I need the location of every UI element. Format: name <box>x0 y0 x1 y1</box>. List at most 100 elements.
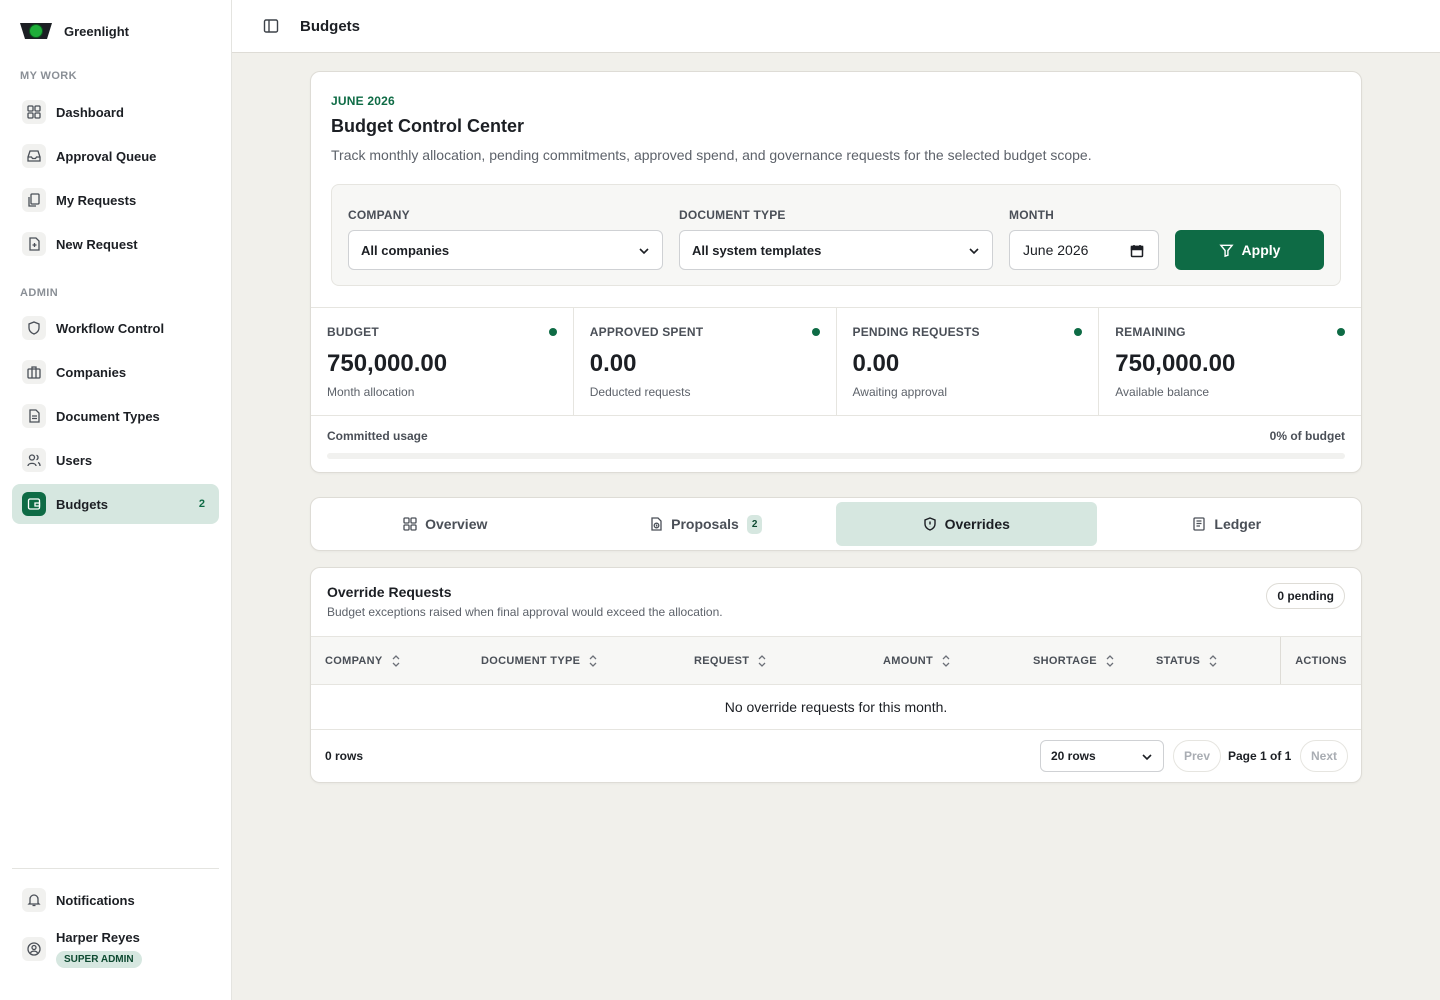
traffic-light-logo-icon <box>20 20 52 42</box>
stat-subtext: Month allocation <box>327 385 415 399</box>
user-info: Harper Reyes SUPER ADMIN <box>56 930 142 968</box>
next-page-button[interactable]: Next <box>1300 740 1349 772</box>
sidebar-item-workflow-control[interactable]: Workflow Control <box>12 308 219 348</box>
sidebar-item-notifications[interactable]: Notifications <box>12 880 219 920</box>
tab-label: Ledger <box>1214 516 1262 532</box>
users-icon <box>22 448 46 472</box>
status-dot <box>548 328 557 336</box>
stat-label: REMAINING <box>1115 325 1186 339</box>
stat-label: APPROVED SPENT <box>589 325 704 339</box>
company-filter-label: COMPANY <box>348 208 410 222</box>
sidebar-item-my-requests[interactable]: My Requests <box>12 180 219 220</box>
apply-button-label: Apply <box>1241 242 1281 258</box>
tab-overrides[interactable]: Overrides <box>836 502 1097 546</box>
document-icon <box>22 404 46 428</box>
column-header-request[interactable]: REQUEST <box>694 637 767 684</box>
stat-subtext: Available balance <box>1115 385 1210 399</box>
sidebar: Greenlight MY WORK Dashboard Approval Qu… <box>0 0 232 1000</box>
briefcase-icon <box>22 360 46 384</box>
column-header-label: COMPANY <box>325 654 383 667</box>
column-header-shortage[interactable]: SHORTAGE <box>1033 637 1115 684</box>
stat-approved-spent: APPROVED SPENT 0.00 Deducted requests <box>574 308 837 415</box>
sidebar-item-new-request[interactable]: New Request <box>12 224 219 264</box>
sidebar-item-label: My Requests <box>56 192 137 208</box>
month-filter-label: MONTH <box>1009 208 1054 222</box>
section-label-admin: ADMIN <box>20 287 59 299</box>
sidebar-item-label: Document Types <box>56 408 160 424</box>
override-requests-card: Override Requests Budget exceptions rais… <box>310 567 1362 783</box>
stat-subtext: Deducted requests <box>589 385 691 399</box>
user-profile[interactable]: Harper Reyes SUPER ADMIN <box>12 930 219 968</box>
column-header-status[interactable]: STATUS <box>1156 637 1218 684</box>
rows-per-page-value: 20 rows <box>1051 749 1096 763</box>
row-count: 0 rows <box>325 749 364 763</box>
sidebar-item-label: Workflow Control <box>56 320 165 336</box>
tab-label: Proposals <box>671 516 739 532</box>
sidebar-item-approval-queue[interactable]: Approval Queue <box>12 136 219 176</box>
grid-icon <box>22 100 46 124</box>
company-select[interactable]: All companies <box>348 230 663 270</box>
stat-value: 0.00 <box>852 350 900 377</box>
brand-name: Greenlight <box>64 23 130 39</box>
tab-overview[interactable]: Overview <box>315 502 576 546</box>
role-badge: SUPER ADMIN <box>56 951 142 968</box>
file-plus-icon <box>22 232 46 256</box>
column-header-amount[interactable]: AMOUNT <box>883 637 951 684</box>
sidebar-item-document-types[interactable]: Document Types <box>12 396 219 436</box>
stat-remaining: REMAINING 750,000.00 Available balance <box>1099 308 1361 415</box>
chevron-down-icon <box>969 248 979 255</box>
top-bar: Budgets <box>232 0 1440 53</box>
document-type-select-value: All system templates <box>692 242 822 258</box>
shield-icon <box>923 517 936 531</box>
month-input[interactable]: June 2026 <box>1009 230 1159 270</box>
stat-subtext: Awaiting approval <box>852 385 948 399</box>
rows-per-page-select[interactable]: 20 rows <box>1040 740 1164 772</box>
document-type-select[interactable]: All system templates <box>679 230 993 270</box>
apply-button[interactable]: Apply <box>1175 230 1324 270</box>
sidebar-item-budgets[interactable]: Budgets 2 <box>12 484 219 524</box>
copy-icon <box>22 188 46 212</box>
doctype-filter-label: DOCUMENT TYPE <box>679 208 786 222</box>
month-input-value: June 2026 <box>1023 242 1089 258</box>
status-dot <box>811 328 820 336</box>
section-label-my-work: MY WORK <box>20 70 77 82</box>
page-info: Page 1 of 1 <box>1228 749 1292 763</box>
prev-page-button[interactable]: Prev <box>1173 740 1222 772</box>
user-avatar-icon <box>22 937 46 961</box>
company-select-value: All companies <box>361 242 450 258</box>
column-header-company[interactable]: COMPANY <box>325 637 401 684</box>
sidebar-item-label: Notifications <box>56 892 135 908</box>
stat-label: PENDING REQUESTS <box>852 325 980 339</box>
sidebar-item-label: Approval Queue <box>56 148 157 164</box>
filter-icon <box>1218 244 1234 257</box>
column-header-document-type[interactable]: DOCUMENT TYPE <box>481 637 598 684</box>
sort-icon <box>589 654 597 667</box>
file-clock-icon <box>651 517 662 531</box>
usage-label: Committed usage <box>327 429 428 443</box>
tab-ledger[interactable]: Ledger <box>1097 502 1358 546</box>
user-name: Harper Reyes <box>56 930 140 945</box>
sort-icon <box>1106 654 1114 667</box>
stat-value: 0.00 <box>589 350 637 377</box>
stat-value: 750,000.00 <box>327 350 448 377</box>
sidebar-divider <box>12 868 219 869</box>
chevron-down-icon <box>639 248 649 255</box>
sidebar-item-dashboard[interactable]: Dashboard <box>12 92 219 132</box>
sidebar-item-companies[interactable]: Companies <box>12 352 219 392</box>
grid-icon <box>403 517 417 531</box>
sort-icon <box>392 654 399 667</box>
card-description: Track monthly allocation, pending commit… <box>331 147 1092 163</box>
stat-pending-requests: PENDING REQUESTS 0.00 Awaiting approval <box>837 308 1100 415</box>
status-dot <box>1337 328 1345 336</box>
calendar-icon[interactable] <box>1130 244 1144 258</box>
budget-summary-card: JUNE 2026 Budget Control Center Track mo… <box>310 71 1362 473</box>
brand[interactable]: Greenlight <box>20 20 129 42</box>
section-description: Budget exceptions raised when final appr… <box>327 605 723 619</box>
tab-proposals[interactable]: Proposals 2 <box>576 502 837 546</box>
nav-count-badge: 2 <box>198 498 205 510</box>
sidebar-item-users[interactable]: Users <box>12 440 219 480</box>
bell-icon <box>22 888 46 912</box>
sort-icon <box>942 654 950 667</box>
sort-icon <box>758 654 766 667</box>
sidebar-toggle-icon[interactable] <box>262 17 280 35</box>
